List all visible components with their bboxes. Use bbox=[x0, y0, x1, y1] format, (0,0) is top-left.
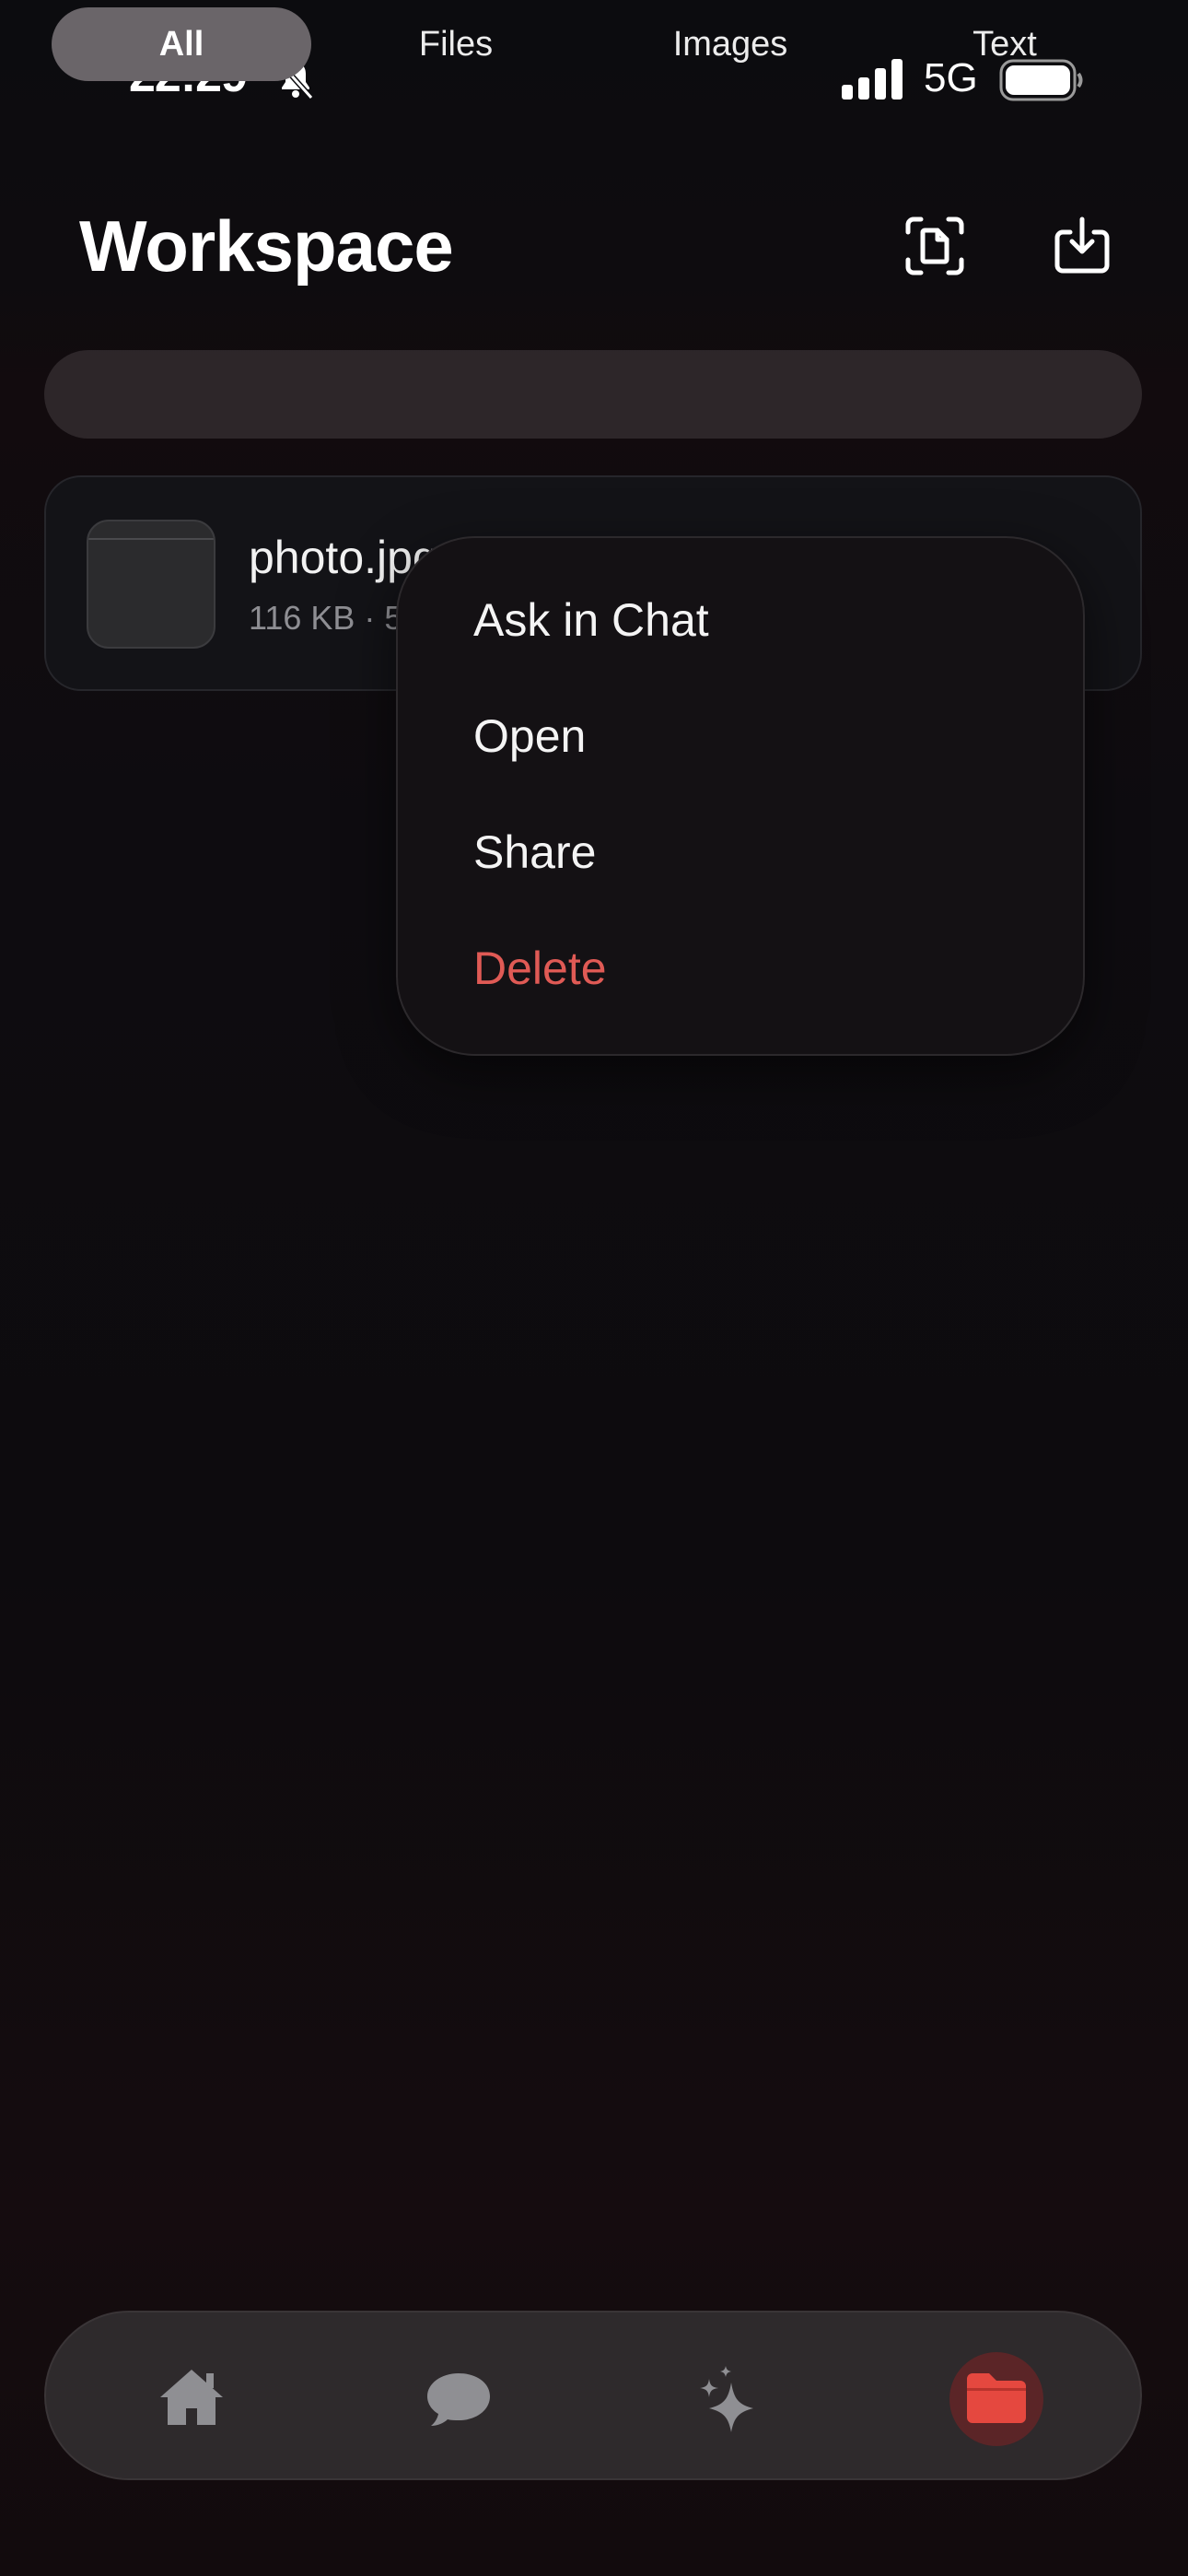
tab-images[interactable]: Images bbox=[600, 7, 860, 81]
folder-icon[interactable] bbox=[960, 2362, 1033, 2436]
filter-segmented-control bbox=[44, 350, 1142, 439]
tab-all[interactable]: All bbox=[52, 7, 311, 81]
sparkles-icon[interactable] bbox=[691, 2362, 764, 2436]
thumbnail-divider bbox=[88, 538, 214, 540]
menu-item-ask-in-chat[interactable]: Ask in Chat bbox=[473, 593, 709, 647]
page-title: Workspace bbox=[79, 205, 454, 287]
home-icon[interactable] bbox=[155, 2362, 228, 2436]
download-tray-icon[interactable] bbox=[1050, 214, 1114, 278]
document-scan-icon[interactable] bbox=[903, 214, 967, 278]
tab-files[interactable]: Files bbox=[326, 7, 586, 81]
file-meta: 116 KB · 5 bbox=[249, 599, 403, 637]
chat-bubble-icon[interactable] bbox=[422, 2362, 495, 2436]
menu-item-delete[interactable]: Delete bbox=[473, 942, 607, 995]
file-thumbnail bbox=[87, 520, 215, 649]
menu-item-open[interactable]: Open bbox=[473, 709, 586, 763]
menu-item-share[interactable]: Share bbox=[473, 825, 596, 879]
tab-text[interactable]: Text bbox=[875, 7, 1135, 81]
